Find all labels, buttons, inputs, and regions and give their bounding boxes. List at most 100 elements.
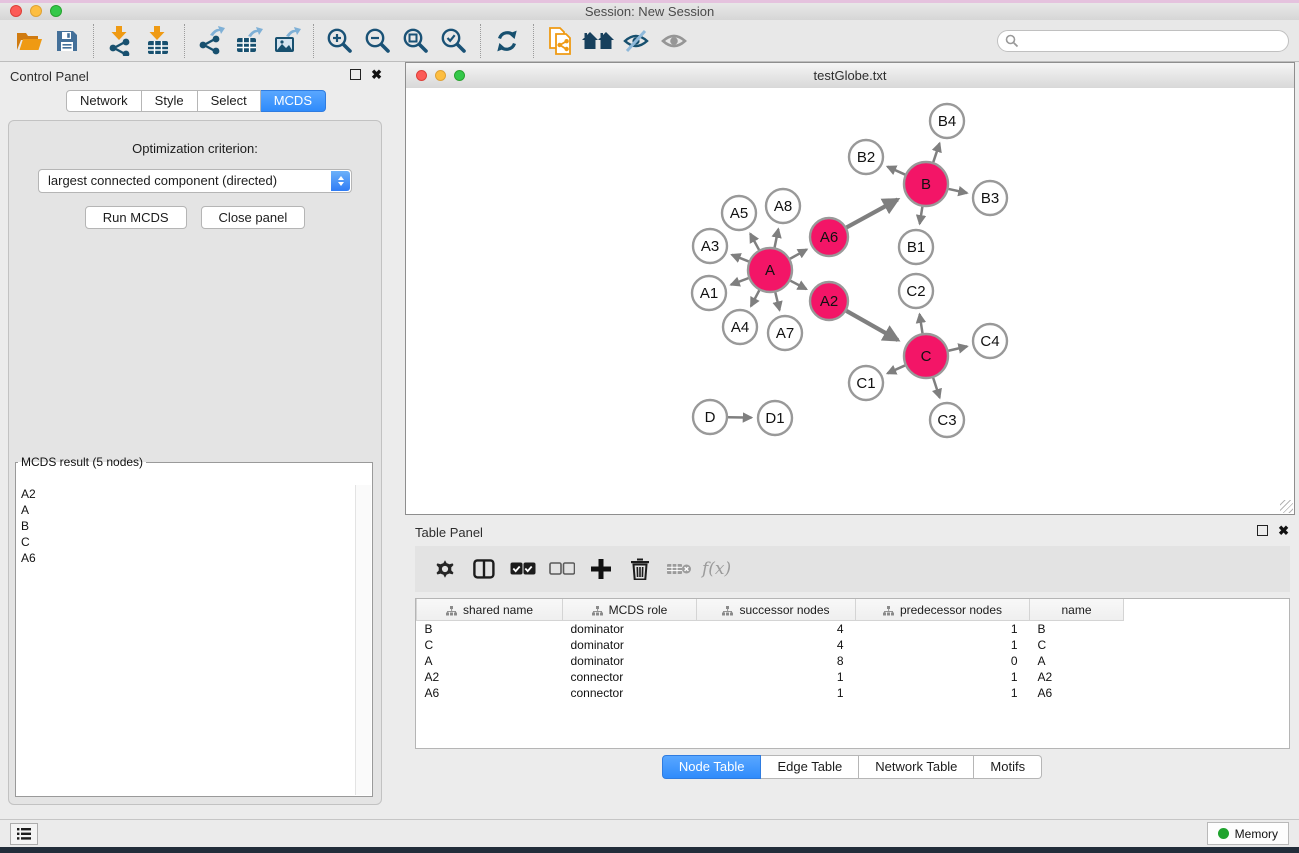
edge-B-B2[interactable]	[887, 167, 905, 175]
save-session-button[interactable]	[48, 23, 86, 59]
close-panel-icon[interactable]: ✖	[1278, 525, 1289, 536]
table-cell[interactable]: C	[1030, 637, 1124, 653]
table-cell[interactable]: 1	[856, 669, 1030, 685]
import-network-button[interactable]	[101, 23, 139, 59]
table-cell[interactable]: dominator	[563, 653, 697, 669]
home-legacy-button[interactable]	[579, 23, 617, 59]
node-C4[interactable]: C4	[973, 324, 1007, 358]
edge-C-C3[interactable]	[933, 378, 940, 398]
tab-network[interactable]: Network	[66, 90, 142, 112]
edge-A-A1[interactable]	[731, 278, 748, 285]
table-cell[interactable]: 4	[697, 621, 856, 638]
zoom-out-button[interactable]	[359, 23, 397, 59]
export-image-button[interactable]	[268, 23, 306, 59]
table-cell[interactable]: dominator	[563, 637, 697, 653]
node-B4[interactable]: B4	[930, 104, 964, 138]
column-header-predecessor-nodes[interactable]: predecessor nodes	[856, 599, 1030, 621]
criterion-select[interactable]: largest connected component (directed)	[38, 169, 352, 193]
table-cell[interactable]: A	[1030, 653, 1124, 669]
node-C1[interactable]: C1	[849, 366, 883, 400]
tab-node-table[interactable]: Node Table	[662, 755, 762, 779]
refresh-layout-button[interactable]	[488, 23, 526, 59]
table-cell[interactable]: 0	[856, 653, 1030, 669]
search-input[interactable]	[997, 30, 1289, 52]
zoom-fit-button[interactable]	[397, 23, 435, 59]
edge-A-A2[interactable]	[790, 281, 806, 289]
node-C3[interactable]: C3	[930, 403, 964, 437]
table-cell[interactable]: dominator	[563, 621, 697, 638]
node-A6[interactable]: A6	[810, 218, 848, 256]
select-all-columns-button[interactable]	[503, 549, 542, 589]
node-A2[interactable]: A2	[810, 282, 848, 320]
tab-edge-table[interactable]: Edge Table	[761, 755, 859, 779]
node-A5[interactable]: A5	[722, 196, 756, 230]
node-A3[interactable]: A3	[693, 229, 727, 263]
table-settings-button[interactable]	[425, 549, 464, 589]
table-cell[interactable]: 1	[697, 669, 856, 685]
table-cell[interactable]: 4	[697, 637, 856, 653]
delete-table-button[interactable]	[659, 549, 698, 589]
unselect-all-columns-button[interactable]	[542, 549, 581, 589]
function-builder-button[interactable]: f(x)	[702, 559, 731, 579]
mcds-result-item[interactable]: C	[21, 534, 352, 550]
node-A[interactable]: A	[748, 248, 792, 292]
edge-B-B4[interactable]	[933, 143, 939, 162]
edge-B-B3[interactable]	[948, 189, 967, 193]
hide-graphics-button[interactable]	[617, 23, 655, 59]
import-table-button[interactable]	[139, 23, 177, 59]
tab-mcds[interactable]: MCDS	[261, 90, 326, 112]
column-header-name[interactable]: name	[1030, 599, 1124, 621]
delete-column-button[interactable]	[620, 549, 659, 589]
table-cell[interactable]: 1	[697, 685, 856, 701]
zoom-in-button[interactable]	[321, 23, 359, 59]
node-B2[interactable]: B2	[849, 140, 883, 174]
network-canvas[interactable]: B4B2BB3A5A8A6A3B1AC2A1A2A4A7C4CC1C3DD1	[406, 88, 1294, 514]
edge-A-A4[interactable]	[751, 290, 759, 306]
table-cell[interactable]: 1	[856, 637, 1030, 653]
edge-A-A7[interactable]	[775, 292, 779, 310]
table-cell[interactable]: 8	[697, 653, 856, 669]
tab-select[interactable]: Select	[198, 90, 261, 112]
edge-A-A3[interactable]	[732, 255, 749, 262]
export-table-button[interactable]	[230, 23, 268, 59]
table-row[interactable]: Bdominator41B	[417, 621, 1140, 638]
tab-motifs[interactable]: Motifs	[974, 755, 1042, 779]
float-panel-icon[interactable]	[1257, 525, 1268, 536]
node-B1[interactable]: B1	[899, 230, 933, 264]
export-network-button[interactable]	[192, 23, 230, 59]
column-header-shared-name[interactable]: shared name	[417, 599, 563, 621]
table-cell[interactable]: A	[417, 653, 563, 669]
mcds-result-scrollbar[interactable]	[355, 485, 371, 795]
node-D1[interactable]: D1	[758, 401, 792, 435]
split-columns-button[interactable]	[464, 549, 503, 589]
open-file-button[interactable]	[10, 23, 48, 59]
mcds-result-item[interactable]: B	[21, 518, 352, 534]
table-row[interactable]: A2connector11A2	[417, 669, 1140, 685]
node-A4[interactable]: A4	[723, 310, 757, 344]
network-window-titlebar[interactable]: testGlobe.txt	[406, 63, 1294, 89]
tab-network-table[interactable]: Network Table	[859, 755, 974, 779]
edge-A-A8[interactable]	[775, 229, 779, 247]
node-C[interactable]: C	[904, 334, 948, 378]
table-cell[interactable]: A6	[1030, 685, 1124, 701]
edge-A6-B[interactable]	[847, 199, 898, 227]
node-B3[interactable]: B3	[973, 181, 1007, 215]
table-cell[interactable]: A2	[1030, 669, 1124, 685]
table-cell[interactable]: B	[1030, 621, 1124, 638]
tab-style[interactable]: Style	[142, 90, 198, 112]
table-cell[interactable]: 1	[856, 685, 1030, 701]
float-panel-icon[interactable]	[350, 69, 361, 80]
table-cell[interactable]: 1	[856, 621, 1030, 638]
run-mcds-button[interactable]: Run MCDS	[85, 206, 187, 229]
node-D[interactable]: D	[693, 400, 727, 434]
mcds-result-list[interactable]: A2ABCA6	[17, 485, 356, 795]
duplicate-network-button[interactable]	[541, 23, 579, 59]
node-C2[interactable]: C2	[899, 274, 933, 308]
show-graphics-button[interactable]	[655, 23, 693, 59]
zoom-selected-button[interactable]	[435, 23, 473, 59]
column-header-MCDS-role[interactable]: MCDS role	[563, 599, 697, 621]
node-A1[interactable]: A1	[692, 276, 726, 310]
node-A8[interactable]: A8	[766, 189, 800, 223]
table-cell[interactable]: C	[417, 637, 563, 653]
close-panel-button[interactable]: Close panel	[201, 206, 306, 229]
